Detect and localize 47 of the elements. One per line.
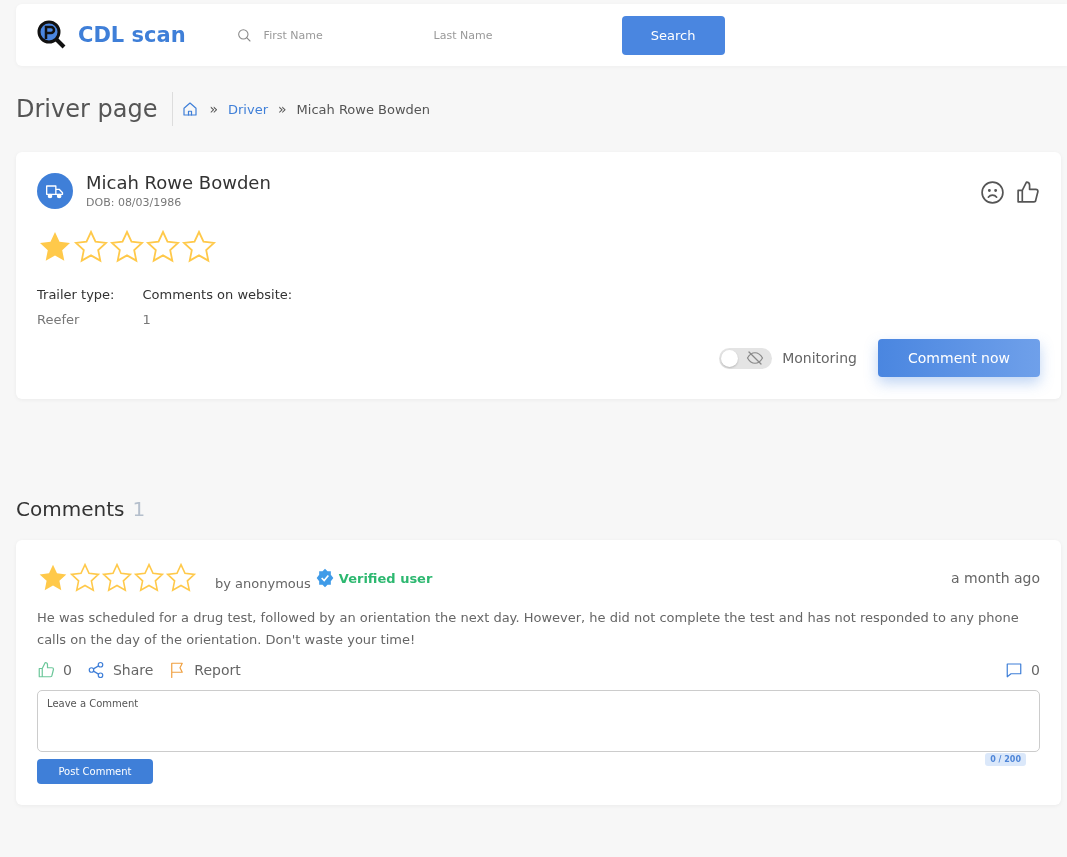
empty-star-icon	[69, 562, 101, 594]
breadcrumb-separator: »	[278, 101, 287, 117]
breadcrumb-current-page: Micah Rowe Bowden	[296, 101, 431, 117]
comments-count: 1	[132, 497, 146, 521]
empty-star-icon	[181, 229, 217, 265]
comment-time: a month ago	[951, 570, 1040, 586]
like-button[interactable]: 0	[37, 661, 72, 679]
empty-star-icon	[73, 229, 109, 265]
report-button[interactable]: Report	[168, 661, 241, 679]
logo-icon	[36, 19, 68, 51]
empty-star-icon	[101, 562, 133, 594]
home-icon	[181, 100, 200, 118]
date-of-birth: DOB: 08/03/1986	[86, 196, 183, 209]
comment-field[interactable]: Leave a Comment	[37, 690, 1040, 752]
comment-author: by anonymous	[215, 575, 311, 591]
driver-name: Micah Rowe Bowden	[86, 172, 271, 193]
field-value: 1	[142, 312, 152, 327]
empty-star-icon	[133, 562, 165, 594]
thumbs-up-icon	[1015, 180, 1040, 205]
monitoring-toggle[interactable]	[719, 347, 773, 369]
field-label: Comments on website:	[142, 287, 293, 302]
comment-text: He was scheduled for a drug test, followed by an orientation the next day. However, he did not complete the test and has not responded to any phone calls on the day of the orientation. Don't waste your time!	[37, 609, 1020, 649]
empty-star-icon	[165, 562, 197, 594]
breadcrumb-separator: »	[209, 101, 218, 117]
comment-now-button[interactable]: Comment now	[878, 339, 1040, 377]
sad-face-icon	[980, 180, 1005, 205]
post-comment-button[interactable]: Post Comment	[37, 759, 153, 784]
character-counter: 0 / 200	[985, 753, 1026, 766]
comments-heading: Comments	[16, 497, 125, 521]
field-label: Trailer type:	[37, 287, 115, 302]
eye-off-icon	[746, 349, 765, 367]
logo-text: CDL scan	[78, 23, 186, 47]
share-icon	[86, 661, 105, 679]
monitoring-label: Monitoring	[782, 350, 857, 366]
search-icon	[235, 27, 252, 43]
empty-star-icon	[109, 229, 145, 265]
search-button[interactable]: Search	[621, 15, 725, 55]
breadcrumb-link[interactable]: Driver	[228, 101, 268, 117]
replies-button[interactable]: 0	[1005, 661, 1040, 679]
verified-badge-icon	[314, 568, 335, 588]
field-value: Reefer	[37, 312, 81, 327]
thumbs-up-icon	[37, 661, 55, 679]
empty-star-icon	[145, 229, 181, 265]
share-button[interactable]: Share	[86, 661, 154, 679]
page-title: Driver page	[16, 95, 158, 123]
speech-bubble-icon	[1005, 661, 1024, 679]
verified-label: Verified user	[338, 570, 433, 586]
